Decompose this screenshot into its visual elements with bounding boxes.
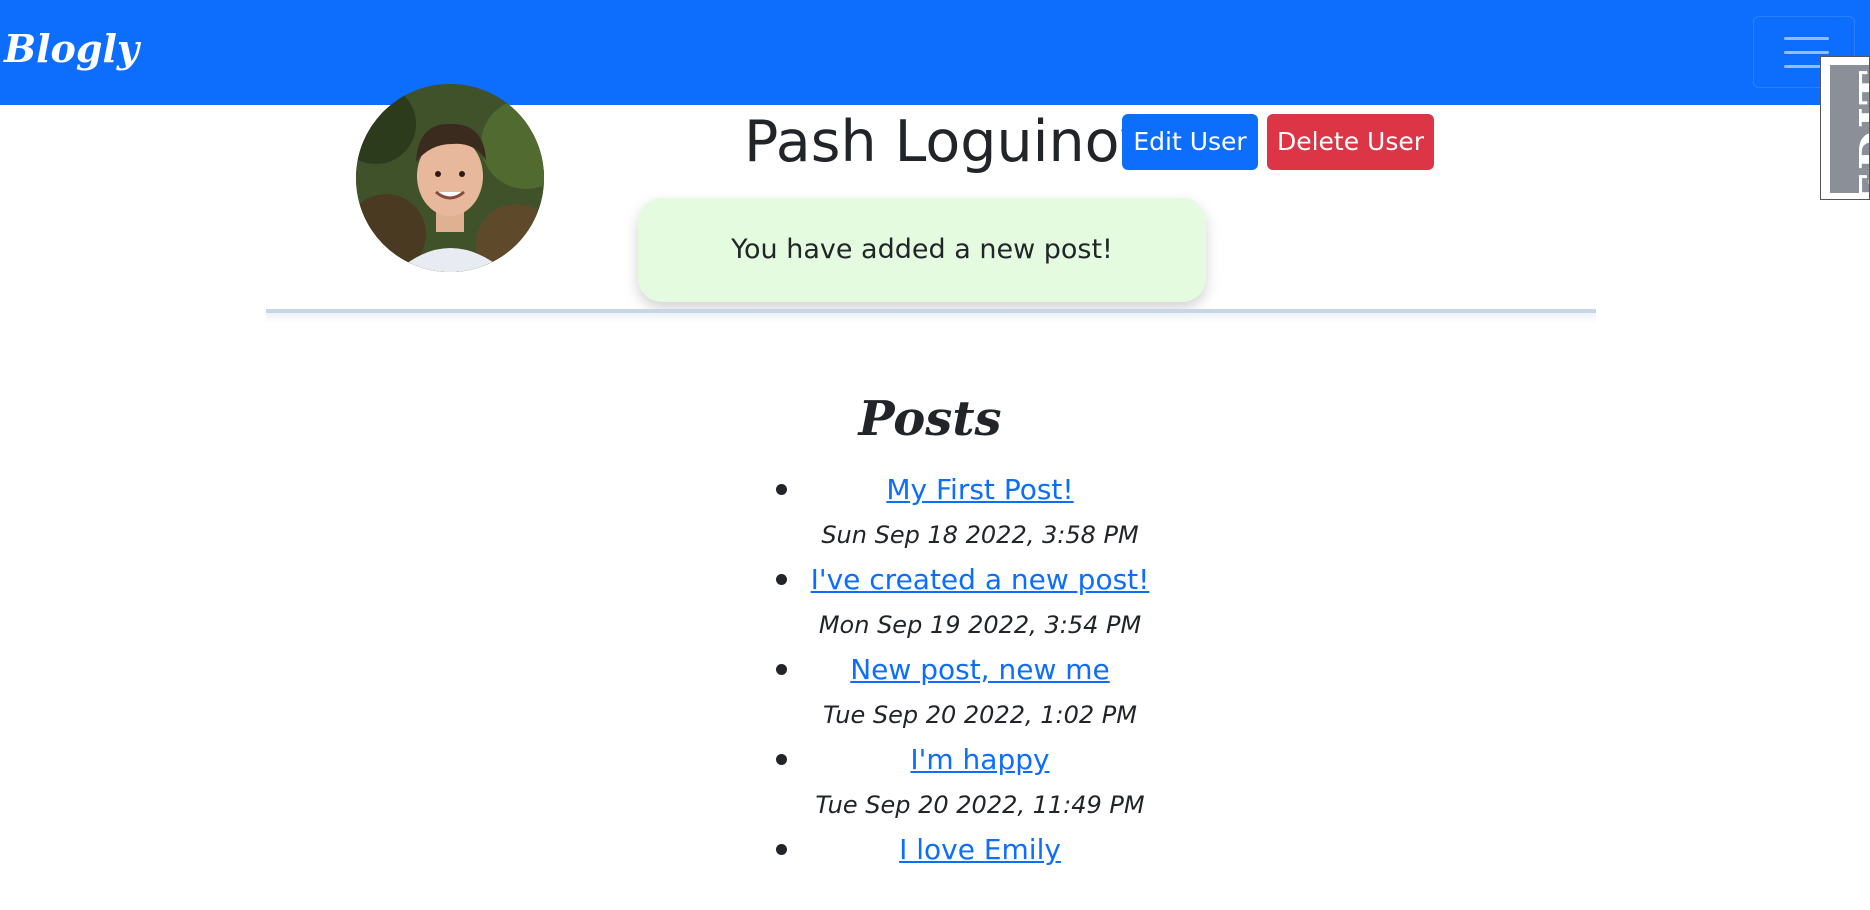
brand-logo-link[interactable]: Blogly <box>4 26 139 71</box>
list-bullet-icon <box>776 484 787 495</box>
post-link[interactable]: I love Emily <box>800 832 1160 868</box>
post-link[interactable]: I'm happy <box>800 742 1160 778</box>
list-bullet-icon <box>776 754 787 765</box>
post-date: Sun Sep 18 2022, 3:58 PM <box>821 521 1139 549</box>
post-date: Mon Sep 19 2022, 3:54 PM <box>818 611 1142 639</box>
list-bullet-icon <box>776 574 787 585</box>
hamburger-bar <box>1784 51 1829 54</box>
list-item: My First Post! Sun Sep 18 2022, 3:58 PM <box>760 460 1160 550</box>
user-avatar <box>356 84 544 272</box>
list-bullet-icon <box>776 844 787 855</box>
edit-side-tab[interactable]: EDIT <box>1820 56 1870 200</box>
profile-photo-icon <box>356 84 544 272</box>
post-link[interactable]: New post, new me <box>800 652 1160 688</box>
delete-user-button[interactable]: Delete User <box>1267 114 1434 170</box>
list-item: New post, new me Tue Sep 20 2022, 1:02 P… <box>760 640 1160 730</box>
section-divider-shadow <box>266 313 1596 323</box>
list-bullet-icon <box>776 664 787 675</box>
post-link[interactable]: My First Post! <box>800 472 1160 508</box>
list-item: I've created a new post! Mon Sep 19 2022… <box>760 550 1160 640</box>
top-navbar: Blogly <box>0 0 1870 105</box>
post-date: Tue Sep 20 2022, 1:02 PM <box>823 701 1137 729</box>
flash-success-message: You have added a new post! <box>638 198 1206 302</box>
user-full-name: Pash Loguinov <box>744 109 1154 175</box>
list-item: I'm happy Tue Sep 20 2022, 11:49 PM <box>760 730 1160 820</box>
posts-list: My First Post! Sun Sep 18 2022, 3:58 PM … <box>760 460 1160 910</box>
hamburger-menu-icon <box>1784 37 1829 40</box>
list-item: I love Emily <box>760 820 1160 910</box>
edit-side-tab-label: EDIT <box>1849 68 1870 200</box>
edit-user-button[interactable]: Edit User <box>1122 114 1258 170</box>
post-link[interactable]: I've created a new post! <box>800 562 1160 598</box>
posts-heading: Posts <box>858 391 1002 447</box>
post-date: Tue Sep 20 2022, 11:49 PM <box>815 791 1145 819</box>
